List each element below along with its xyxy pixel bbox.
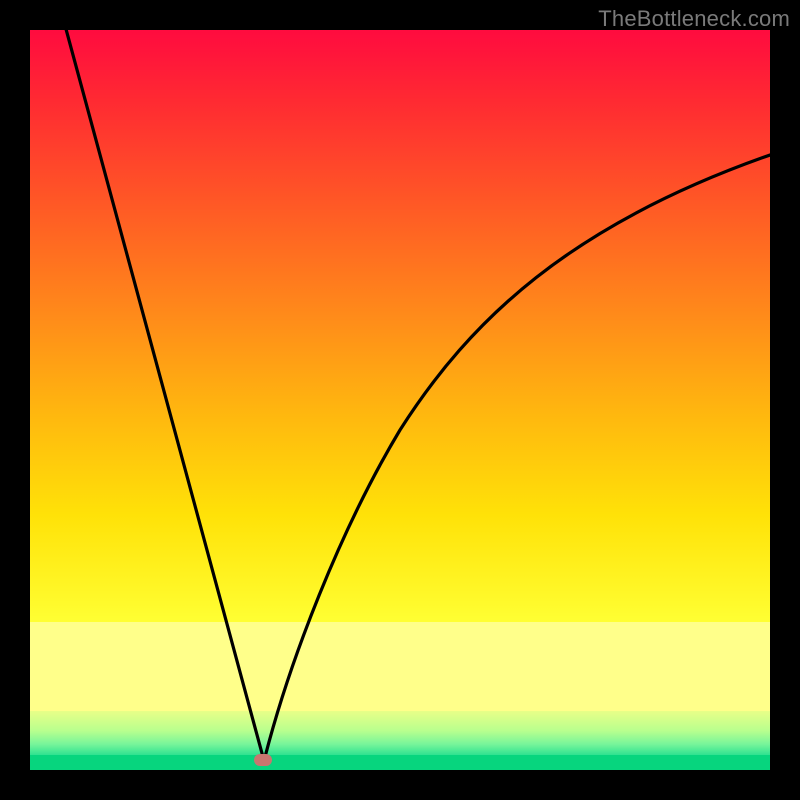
optimal-point-marker bbox=[254, 754, 272, 766]
bottleneck-curve-svg bbox=[30, 30, 770, 770]
chart-frame: TheBottleneck.com bbox=[0, 0, 800, 800]
watermark-text: TheBottleneck.com bbox=[598, 6, 790, 32]
bottleneck-curve-path bbox=[50, 30, 770, 759]
plot-area bbox=[30, 30, 770, 770]
